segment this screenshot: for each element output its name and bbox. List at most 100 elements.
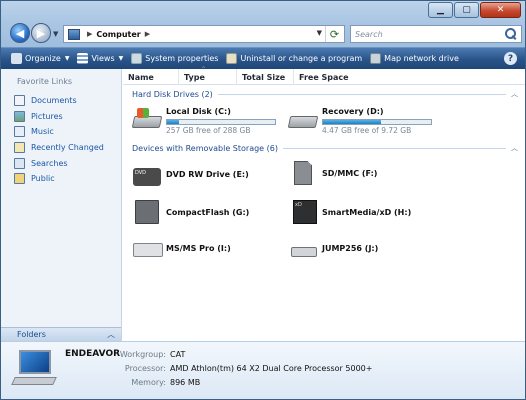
documents-icon — [14, 95, 25, 107]
map-network-drive-button[interactable]: Map network drive — [366, 50, 463, 68]
nav-link-documents[interactable]: Documents — [14, 93, 104, 109]
memory-label: Memory: — [131, 378, 166, 387]
organize-button[interactable]: Organize ▼ — [7, 50, 73, 68]
group-header-removable-storage[interactable]: Devices with Removable Storage (6) ︿ — [132, 142, 518, 154]
breadcrumb-computer[interactable]: Computer — [96, 30, 140, 39]
help-icon[interactable]: ? — [504, 52, 517, 65]
column-header-label: Name — [128, 72, 154, 82]
drive-local-disk-c[interactable]: Local Disk (C:) 257 GB free of 288 GB — [129, 106, 276, 136]
back-arrow-icon: ◀ — [15, 26, 25, 40]
drive-name: SmartMedia/xD (H:) — [322, 208, 412, 217]
window-controls: ▁ ▢ ✕ — [428, 2, 521, 18]
smartmedia-icon: xD — [285, 198, 319, 224]
chevron-down-icon: ▼ — [64, 55, 70, 62]
column-header-name[interactable]: Name — [123, 69, 179, 85]
drive-usage-fill — [167, 120, 179, 124]
drive-jump256-j[interactable]: JUMP256 (J:) — [285, 235, 378, 261]
column-header-label: Free Space — [299, 72, 349, 82]
uninstall-program-button[interactable]: Uninstall or change a program — [222, 50, 366, 68]
computer-icon — [68, 28, 80, 40]
system-properties-label: System properties — [145, 54, 219, 63]
system-properties-button[interactable]: System properties — [127, 50, 222, 68]
column-header-free-space[interactable]: Free Space — [294, 69, 350, 85]
refresh-button[interactable]: ⟳ — [325, 26, 343, 42]
drive-name: DVD RW Drive (E:) — [166, 170, 249, 179]
breadcrumb-chevron-icon[interactable]: ▶ — [145, 30, 150, 38]
drive-ms-pro-i[interactable]: MS/MS Pro (I:) — [129, 235, 231, 261]
address-bar[interactable]: ▶ Computer ▶ ▼ — [63, 25, 345, 43]
drive-name: SD/MMC (F:) — [322, 169, 378, 178]
nav-link-label: Music — [31, 127, 54, 137]
search-icon[interactable] — [504, 27, 518, 41]
column-header-type[interactable]: ^ Type — [179, 66, 237, 85]
drive-name: JUMP256 (J:) — [322, 244, 379, 253]
nav-link-label: Public — [31, 174, 55, 184]
system-properties-icon — [131, 53, 143, 64]
views-icon — [77, 53, 89, 64]
drive-dvd-rw-e[interactable]: DVD DVD RW Drive (E:) — [129, 162, 249, 188]
drive-free-space: 257 GB free of 288 GB — [166, 126, 251, 135]
workgroup-value: CAT — [170, 350, 186, 359]
refresh-icon: ⟳ — [329, 27, 340, 41]
sd-card-icon — [285, 159, 319, 185]
search-input[interactable]: Search — [355, 30, 504, 39]
chevron-down-icon: ▼ — [118, 55, 124, 62]
drive-name: MS/MS Pro (I:) — [166, 244, 231, 253]
back-button[interactable]: ◀ — [10, 23, 30, 43]
collapse-chevron-icon: ︿ — [511, 144, 518, 152]
uninstall-program-label: Uninstall or change a program — [240, 54, 363, 63]
nav-link-label: Searches — [31, 158, 68, 168]
nav-link-label: Documents — [31, 96, 77, 106]
processor-value: AMD Athlon(tm) 64 X2 Dual Core Processor… — [170, 364, 373, 373]
sort-caret-icon: ^ — [201, 66, 207, 73]
searches-icon — [14, 157, 25, 169]
memory-value: 896 MB — [170, 378, 201, 387]
group-header-hard-disk-drives[interactable]: Hard Disk Drives (2) ︿ — [132, 88, 518, 100]
map-network-drive-label: Map network drive — [384, 54, 459, 63]
file-list: Name ^ Type Total Size Free Space Hard Di… — [123, 66, 525, 341]
nav-link-recently-changed[interactable]: Recently Changed — [14, 140, 104, 156]
views-button[interactable]: Views ▼ — [73, 50, 127, 68]
recent-pages-dropdown[interactable]: ▼ — [53, 30, 58, 38]
recently-changed-icon — [14, 142, 25, 154]
nav-link-music[interactable]: Music — [14, 124, 104, 140]
processor-label: Processor: — [124, 364, 166, 373]
hard-drive-icon — [129, 106, 163, 132]
group-divider — [282, 147, 506, 149]
collapse-chevron-icon: ︿ — [511, 90, 518, 98]
minimize-button[interactable]: ▁ — [428, 2, 453, 18]
details-pane: ENDEAVOR Workgroup: CAT Processor: AMD A… — [1, 341, 525, 399]
drive-smartmedia-h[interactable]: xD SmartMedia/xD (H:) — [285, 198, 411, 224]
drive-recovery-d[interactable]: Recovery (D:) 4.47 GB free of 9.72 GB — [285, 106, 432, 136]
compactflash-icon — [129, 198, 163, 224]
computer-icon — [11, 350, 57, 388]
drive-compactflash-g[interactable]: CompactFlash (G:) — [129, 198, 249, 224]
drive-usage-fill — [323, 120, 382, 124]
hard-drive-icon — [285, 106, 319, 132]
pictures-icon — [14, 110, 25, 122]
nav-link-searches[interactable]: Searches — [14, 155, 104, 171]
drive-name: Recovery (D:) — [322, 107, 384, 116]
public-folder-icon — [14, 173, 25, 185]
nav-link-label: Pictures — [31, 111, 63, 121]
nav-link-pictures[interactable]: Pictures — [14, 109, 104, 125]
network-drive-icon — [370, 53, 382, 64]
column-header-label: Type — [184, 72, 205, 82]
column-headers: Name ^ Type Total Size Free Space — [123, 66, 525, 85]
column-header-label: Total Size — [242, 72, 286, 82]
memory-stick-icon — [129, 235, 163, 261]
group-divider — [217, 93, 506, 95]
drive-sd-mmc-f[interactable]: SD/MMC (F:) — [285, 159, 377, 185]
drive-free-space: 4.47 GB free of 9.72 GB — [322, 126, 412, 135]
nav-link-public[interactable]: Public — [14, 171, 104, 187]
forward-button[interactable]: ▶ — [31, 23, 51, 43]
address-dropdown-icon[interactable]: ▼ — [317, 29, 322, 37]
folders-toggle[interactable]: Folders ︿ — [1, 327, 121, 341]
dvd-drive-icon: DVD — [129, 162, 163, 188]
breadcrumb-chevron-icon[interactable]: ▶ — [87, 30, 92, 38]
close-button[interactable]: ✕ — [480, 2, 521, 18]
maximize-button[interactable]: ▢ — [454, 2, 479, 18]
navigation-pane: Favorite Links Documents Pictures Music … — [1, 69, 122, 341]
column-header-total-size[interactable]: Total Size — [237, 69, 294, 85]
search-box[interactable]: Search — [350, 25, 522, 43]
